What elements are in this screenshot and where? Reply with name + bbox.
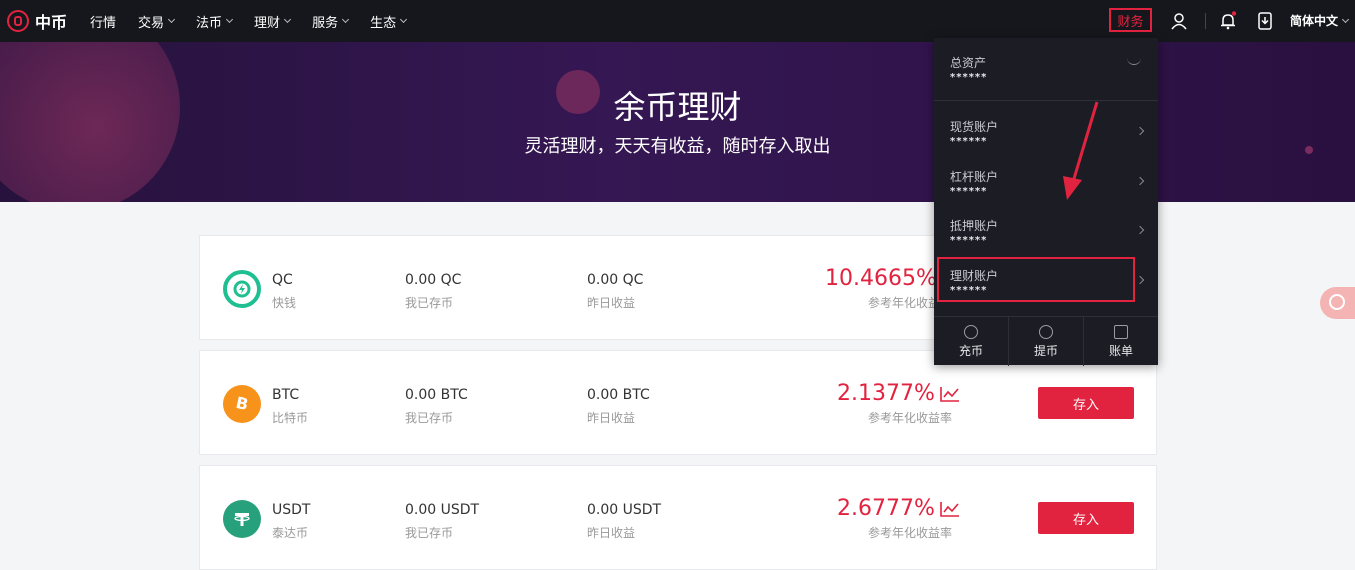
notification-bell-icon[interactable] <box>1218 11 1238 31</box>
coin-name: 比特币 <box>272 411 309 425</box>
account-item-margin[interactable]: 杠杆账户 ****** <box>934 158 1158 207</box>
trend-chart-icon[interactable] <box>939 500 961 518</box>
product-card-usdt: USDT 泰达币 0.00 USDT 我已存币 0.00 USDT 昨日收益 2… <box>199 465 1157 570</box>
yesterday-earnings: 0.00 QC <box>587 272 644 288</box>
account-item-spot[interactable]: 现货账户 ****** <box>934 108 1158 157</box>
yesterday-earnings-label: 昨日收益 <box>587 526 636 540</box>
main-nav: 行情 交易 法币 理财 服务 生态 <box>90 0 428 42</box>
deposited-amount: 0.00 USDT <box>405 502 480 518</box>
coin-name: 泰达币 <box>272 526 309 540</box>
yesterday-earnings: 0.00 USDT <box>587 502 662 518</box>
brand-logo[interactable]: 中币 <box>7 9 67 33</box>
svg-text:B: B <box>234 393 250 414</box>
btc-coin-icon: B <box>223 385 261 423</box>
chevron-right-icon <box>1135 126 1145 136</box>
brand-name: 中币 <box>35 13 68 32</box>
nav-item-market[interactable]: 行情 <box>90 12 116 31</box>
chevron-right-icon <box>1135 225 1145 235</box>
finance-actions: 充币 提币 账单 <box>934 316 1158 366</box>
deposited-label: 我已存币 <box>405 411 454 425</box>
annual-rate: 2.6777% <box>837 496 961 521</box>
hide-balance-eye-icon[interactable] <box>1127 58 1141 65</box>
coin-name: 快钱 <box>272 296 297 310</box>
coin-symbol: QC <box>272 272 293 288</box>
chevron-down-icon <box>1341 15 1350 23</box>
chevron-right-icon <box>1135 176 1145 186</box>
finance-menu-button[interactable]: 财务 <box>1109 8 1152 32</box>
nav-item-trade[interactable]: 交易 <box>138 12 176 31</box>
chevron-down-icon <box>284 15 292 24</box>
yesterday-earnings: 0.00 BTC <box>587 387 650 403</box>
language-selector[interactable]: 简体中文 <box>1290 12 1350 29</box>
top-nav-bar: 中币 行情 交易 法币 理财 服务 生态 财务 简体中文 <box>0 0 1355 42</box>
annual-rate: 10.4665% <box>825 266 937 291</box>
withdraw-icon <box>1039 324 1053 339</box>
nav-item-fiat[interactable]: 法币 <box>196 12 234 31</box>
deposited-label: 我已存币 <box>405 526 454 540</box>
yesterday-earnings-label: 昨日收益 <box>587 411 636 425</box>
withdraw-crypto-button[interactable]: 提币 <box>1009 317 1084 366</box>
chevron-down-icon <box>342 15 350 24</box>
coin-symbol: USDT <box>272 502 311 518</box>
deposit-button[interactable]: 存入 <box>1038 502 1134 534</box>
nav-item-wealth[interactable]: 理财 <box>254 12 292 31</box>
total-assets-value: ****** <box>950 72 988 83</box>
nav-divider <box>1205 13 1206 29</box>
deposit-crypto-button[interactable]: 充币 <box>934 317 1009 366</box>
trend-chart-icon[interactable] <box>939 385 961 403</box>
chevron-down-icon <box>226 15 234 24</box>
total-assets-label: 总资产 <box>950 56 987 70</box>
user-icon[interactable] <box>1169 11 1189 31</box>
total-assets-section: 总资产 ****** <box>934 38 1158 101</box>
yesterday-earnings-label: 昨日收益 <box>587 296 636 310</box>
brand-logo-icon <box>7 10 29 32</box>
annual-rate-label: 参考年化收益率 <box>868 526 953 540</box>
download-app-icon[interactable] <box>1255 11 1275 31</box>
deposit-icon <box>964 324 978 339</box>
annual-rate-label: 参考年化收益率 <box>868 411 953 425</box>
nav-item-services[interactable]: 服务 <box>312 12 350 31</box>
account-item-collateral[interactable]: 抵押账户 ****** <box>934 207 1158 256</box>
chevron-down-icon <box>400 15 408 24</box>
bill-button[interactable]: 账单 <box>1084 317 1158 366</box>
bill-icon <box>1114 324 1128 339</box>
chevron-down-icon <box>167 15 176 24</box>
deposited-label: 我已存币 <box>405 296 454 310</box>
annual-rate: 2.1377% <box>837 381 961 406</box>
annotation-arrow <box>1063 101 1099 200</box>
wealth-account-highlight <box>937 257 1135 302</box>
deposited-amount: 0.00 BTC <box>405 387 468 403</box>
coin-symbol: BTC <box>272 387 300 403</box>
deposited-amount: 0.00 QC <box>405 272 462 288</box>
nav-item-ecosystem[interactable]: 生态 <box>370 12 408 31</box>
customer-service-float-button[interactable] <box>1320 287 1355 319</box>
usdt-coin-icon <box>223 500 261 538</box>
finance-dropdown-panel: 总资产 ****** 现货账户 ****** 杠杆账户 ****** 抵押账户 … <box>934 38 1158 366</box>
chevron-right-icon <box>1135 275 1145 285</box>
qc-coin-icon <box>223 270 261 308</box>
deposit-button[interactable]: 存入 <box>1038 387 1134 419</box>
